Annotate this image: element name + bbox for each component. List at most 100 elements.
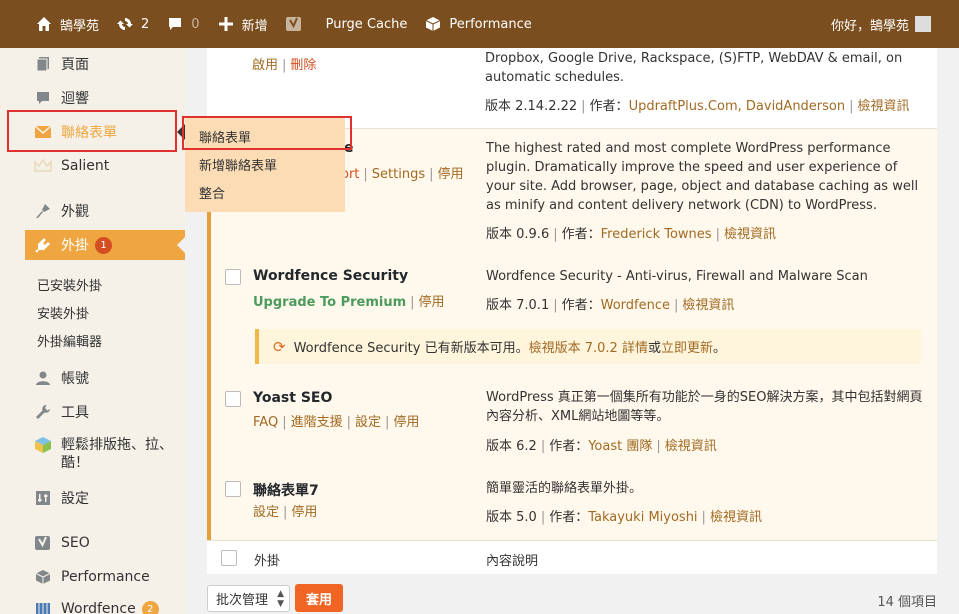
cf7-details-link[interactable]: 檢視資訊 bbox=[710, 510, 762, 525]
cf7-deactivate-link[interactable]: 停用 bbox=[291, 505, 317, 520]
updates-link[interactable]: 2 bbox=[107, 0, 157, 48]
yoast-actions: FAQ | 進階支援 | 設定 | 停用 bbox=[253, 415, 420, 430]
wordfence-badge: 2 bbox=[141, 600, 159, 614]
avatar bbox=[915, 16, 931, 32]
menu-salient[interactable]: Salient bbox=[0, 151, 185, 181]
crown-icon bbox=[34, 157, 52, 175]
pages-icon bbox=[34, 55, 52, 73]
updraft-meta: 版本 2.14.2.22 | 作者：UpdraftPlus.Com, DavidAn… bbox=[485, 99, 910, 114]
wordfence-details-link[interactable]: 檢視資訊 bbox=[682, 298, 734, 313]
yoast-description: WordPress 真正第一個集所有功能於一身的SEO解決方案，其中包括對網頁內… bbox=[486, 390, 923, 424]
site-name-link[interactable]: 鵠學苑 bbox=[0, 0, 107, 48]
builder-label-line1: 輕鬆排版拖、拉、 bbox=[61, 437, 173, 453]
update-now-link[interactable]: 立即更新 bbox=[661, 337, 713, 356]
cf7-checkbox[interactable] bbox=[225, 481, 241, 497]
yoast-settings-link[interactable]: 設定 bbox=[355, 415, 381, 430]
update-notice-text: Wordfence Security 已有新版本可用。 bbox=[293, 341, 529, 356]
comment-icon bbox=[165, 14, 185, 34]
performance-icon bbox=[34, 568, 52, 586]
cf7-author-label: 作者： bbox=[549, 510, 589, 525]
updraft-enable-link[interactable]: 啟用 bbox=[252, 58, 278, 73]
updraft-author-link[interactable]: UpdraftPlus.Com, DavidAnderson bbox=[629, 99, 846, 114]
menu-salient-label: Salient bbox=[61, 158, 110, 174]
submenu-installed-plugins[interactable]: 已安裝外掛 bbox=[37, 275, 102, 294]
select-all-checkbox[interactable] bbox=[221, 550, 237, 566]
yoast-name: Yoast SEO bbox=[253, 390, 333, 406]
update-end-text: 。 bbox=[712, 341, 726, 356]
account-menu[interactable]: 你好，鵠學苑 bbox=[823, 0, 959, 48]
menu-tools[interactable]: 工具 bbox=[0, 397, 185, 427]
menu-page-builder-label: 輕鬆排版拖、拉、 酷！ bbox=[61, 436, 173, 472]
performance-link[interactable]: Performance bbox=[415, 0, 539, 48]
yoast-author-link[interactable]: Yoast 團隊 bbox=[588, 439, 652, 454]
wordfence-premium-link[interactable]: Upgrade To Premium bbox=[253, 295, 406, 310]
submenu-add-plugin[interactable]: 安裝外掛 bbox=[37, 303, 89, 322]
yoast-support-link[interactable]: 進階支援 bbox=[291, 415, 343, 430]
updates-count: 2 bbox=[141, 16, 150, 32]
greeting: 你好，鵠學苑 bbox=[830, 18, 909, 34]
menu-appearance[interactable]: 外觀 bbox=[0, 196, 185, 226]
comments-count: 0 bbox=[191, 16, 200, 32]
yoast-details-link[interactable]: 檢視資訊 bbox=[665, 439, 717, 454]
update-refresh-icon: ⟳ bbox=[273, 337, 286, 356]
footer-col-plugin[interactable]: 外掛 bbox=[254, 550, 280, 569]
submenu-plugin-editor[interactable]: 外掛編輯器 bbox=[37, 331, 102, 350]
wordfence-author-label: 作者： bbox=[561, 298, 601, 313]
purge-cache-link[interactable]: Purge Cache bbox=[318, 0, 416, 48]
cf7-name: 聯絡表單7 bbox=[253, 483, 319, 499]
yoast-meta: 版本 6.2 | 作者：Yoast 團隊 | 檢視資訊 bbox=[486, 439, 717, 454]
menu-tools-label: 工具 bbox=[61, 405, 89, 421]
performance-label: Performance bbox=[449, 16, 532, 32]
updraft-description: Dropbox, Google Drive, Rackspace, (S)FTP… bbox=[485, 51, 903, 85]
comments-link[interactable]: 0 bbox=[157, 0, 207, 48]
apply-button[interactable]: 套用 bbox=[295, 584, 343, 612]
new-content-link[interactable]: 新增 bbox=[208, 0, 276, 48]
menu-pages[interactable]: 頁面 bbox=[0, 49, 185, 79]
wordfence-author-link[interactable]: Wordfence bbox=[601, 298, 670, 313]
settings-sliders-icon bbox=[34, 489, 52, 507]
wordfence-update-notice: ⟳ Wordfence Security 已有新版本可用。 檢視版本 7.0.2 … bbox=[255, 329, 921, 364]
flyout-add-contact-form[interactable]: 新增聯絡表單 bbox=[199, 155, 277, 174]
update-or-text: 或 bbox=[647, 341, 661, 356]
cf7-version: 版本 5.0 bbox=[486, 510, 537, 525]
menu-performance[interactable]: Performance bbox=[0, 562, 185, 592]
menu-performance-label: Performance bbox=[61, 569, 150, 585]
yoast-checkbox[interactable] bbox=[225, 391, 241, 407]
wordfence-checkbox[interactable] bbox=[225, 269, 241, 285]
w3tc-details-link[interactable]: 檢視資訊 bbox=[724, 227, 776, 242]
updraft-author-label: 作者： bbox=[589, 99, 629, 114]
home-icon bbox=[34, 14, 54, 34]
yoast-menu[interactable] bbox=[276, 0, 318, 48]
wordfence-deactivate-link[interactable]: 停用 bbox=[419, 295, 445, 310]
view-version-details-link[interactable]: 檢視版本 7.0.2 詳情 bbox=[529, 337, 648, 356]
wordfence-version: 版本 7.0.1 bbox=[486, 298, 550, 313]
menu-plugins[interactable]: 外掛 1 bbox=[25, 230, 185, 260]
w3tc-settings-link[interactable]: Settings bbox=[372, 167, 425, 182]
flyout-integration[interactable]: 整合 bbox=[199, 183, 225, 202]
cf7-settings-link[interactable]: 設定 bbox=[253, 505, 279, 520]
yoast-faq-link[interactable]: FAQ bbox=[253, 415, 278, 430]
menu-seo[interactable]: SEO bbox=[0, 528, 185, 558]
menu-comments-label: 迴響 bbox=[61, 91, 89, 107]
paintbrush-icon bbox=[34, 202, 52, 220]
menu-comments[interactable]: 迴響 bbox=[0, 83, 185, 113]
wrench-icon bbox=[34, 403, 52, 421]
updraft-details-link[interactable]: 檢視資訊 bbox=[858, 99, 910, 114]
w3tc-deactivate-link[interactable]: 停用 bbox=[438, 167, 464, 182]
bulk-action-select[interactable]: 批次管理 ▲ ▼ bbox=[207, 585, 290, 612]
updraft-actions: 啟用 | 刪除 bbox=[252, 58, 317, 73]
menu-wordfence[interactable]: Wordfence 2 bbox=[0, 594, 185, 614]
w3tc-author-link[interactable]: Frederick Townes bbox=[601, 227, 712, 242]
updraft-delete-link[interactable]: 刪除 bbox=[290, 58, 316, 73]
menu-page-builder[interactable]: 輕鬆排版拖、拉、 酷！ bbox=[0, 431, 185, 475]
highlight-flyout-item bbox=[182, 116, 352, 150]
refresh-icon bbox=[115, 14, 135, 34]
yoast-deactivate-link[interactable]: 停用 bbox=[393, 415, 419, 430]
updraft-version: 版本 2.14.2.22 bbox=[485, 99, 578, 114]
admin-bar: 鵠學苑 2 0 新增 Purge Cache Performance 你好，鵠學… bbox=[0, 0, 959, 48]
cf7-meta: 版本 5.0 | 作者：Takayuki Miyoshi | 檢視資訊 bbox=[486, 510, 762, 525]
purge-cache-label: Purge Cache bbox=[325, 16, 408, 32]
menu-settings[interactable]: 設定 bbox=[0, 483, 185, 513]
menu-users[interactable]: 帳號 bbox=[0, 363, 185, 393]
cf7-author-link[interactable]: Takayuki Miyoshi bbox=[588, 510, 697, 525]
